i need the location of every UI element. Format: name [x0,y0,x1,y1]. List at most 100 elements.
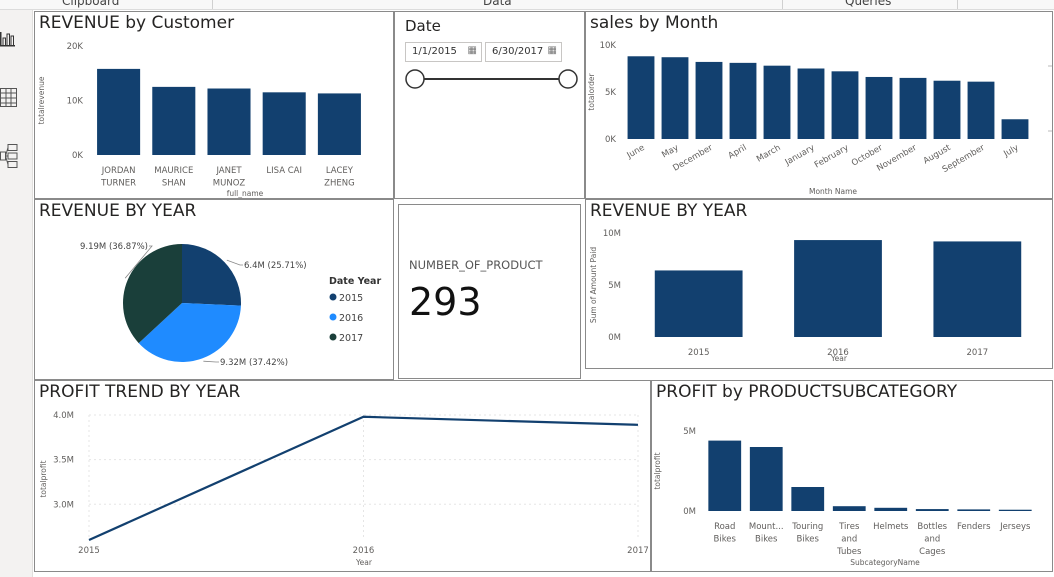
bar [749,447,783,511]
x-tick-label: MUNOZ [213,179,246,189]
y-axis-title: totalprofit [39,460,48,497]
bar [967,81,995,139]
revenue-by-customer-chart: 20K 10K 0K totalrevenue JORDAN TURNER MAURICE S… [37,42,361,198]
bar [708,440,742,511]
bar [933,241,1022,337]
bar [695,61,723,139]
x-tick-label: 2015 [688,348,710,358]
x-tick-label: LISA CAI [266,166,302,176]
start-date-input[interactable]: 1/1/2015 ▦ [405,42,482,62]
bar [794,240,882,337]
x-axis-title: full_name [227,189,264,198]
y-tick-label: 5M [683,427,696,437]
bar [797,68,825,139]
slider-start-handle[interactable] [405,69,425,89]
ribbon-tab-data[interactable]: Data [483,0,512,8]
bar [654,270,743,337]
bar [957,509,991,511]
x-tick-label: June [625,143,647,161]
slider-end-handle[interactable] [558,69,578,89]
x-tick-label: 2017 [627,546,649,556]
revenue-by-customer-visual[interactable]: REVENUE by Customer 20K 10K 0K totalrevenue… [34,11,394,199]
legend-label: 2016 [339,313,363,324]
x-tick-label: MAURICE [154,166,193,176]
y-axis-title: totalprofit [653,452,662,489]
legend-label: 2017 [339,333,363,344]
revenue-by-year-pie-chart: 6.4M (25.71%) 9.32M (37.42%) 9.19M (36.87%… [80,242,381,368]
x-tick-label: 2017 [967,348,989,358]
x-tick-label: Bottles [917,522,947,532]
x-tick-label: SHAN [162,179,186,189]
bar [899,77,927,139]
x-axis-title: Year [355,558,373,567]
x-tick-label: and [924,535,940,545]
legend-marker [329,333,337,341]
revenue-by-year-bar-visual[interactable]: REVENUE BY YEAR 10M 5M 0M Sum of Amount Pai… [585,199,1053,369]
x-tick-label: Mount... [749,522,784,532]
calendar-icon[interactable]: ▦ [468,45,477,56]
data-view-icon[interactable] [0,88,20,110]
legend-title: Date Year [329,276,381,287]
ribbon-divider [957,0,958,9]
model-view-icon[interactable] [0,144,20,168]
bar [317,93,361,155]
calendar-icon[interactable]: ▦ [548,45,557,56]
revenue-by-year-pie-visual[interactable]: REVENUE BY YEAR 6.4M (25.71%) 9.32M (37.4… [34,199,394,380]
x-tick-label: April [727,143,749,161]
bar [998,509,1032,511]
legend-label: 2015 [339,293,363,304]
ribbon-tab-clipboard[interactable]: Clipboard [62,0,119,8]
y-tick-label: 5M [608,281,621,291]
card-label: NUMBER_OF_PRODUCT [409,258,543,272]
x-tick-label: 2016 [353,546,375,556]
x-tick-label: Bikes [797,535,820,545]
view-rail [0,10,33,577]
y-tick-label: 0M [683,507,696,517]
bar [865,76,893,139]
x-axis-title: Year [830,354,848,363]
data-label: 9.32M (37.42%) [220,358,288,368]
sales-by-month-chart: 10K5K0KtotalorderJune MayDecember April Mar… [587,41,1052,196]
y-tick-label: 10K [600,41,617,51]
x-tick-label: March [755,143,782,165]
date-slicer[interactable]: Date 1/1/2015 ▦ 6/30/2017 ▦ [394,11,585,199]
bar [915,509,949,511]
bar [763,65,791,139]
sales-by-month-visual[interactable]: sales by Month 10K 5K 0K totalorder June May D… [585,11,1053,199]
bar [97,68,141,155]
y-tick-label: 3.5M [53,456,74,466]
start-date-value: 1/1/2015 [412,46,457,57]
report-view-icon[interactable] [0,30,20,52]
bar [831,71,859,139]
card-value: 293 [409,280,482,324]
x-tick-label: Road [714,522,735,532]
bar [791,487,825,511]
profit-trend-visual[interactable]: PROFIT TREND BY YEAR 4.0M 3.5M 3.0M totalpr… [34,380,651,572]
bar [627,56,655,139]
y-tick-label: 20K [67,42,84,52]
x-tick-label: and [841,535,857,545]
x-tick-label: Touring [791,522,823,532]
x-tick-label: ZHENG [324,179,355,189]
ribbon-tab-queries[interactable]: Queries [845,0,891,8]
number-of-product-card[interactable]: NUMBER_OF_PRODUCT 293 [398,204,581,379]
slicer-title: Date [405,17,441,35]
legend-marker [329,293,337,301]
date-range-slider[interactable] [395,64,586,94]
x-tick-label: Tires [838,522,860,532]
data-label: 6.4M (25.71%) [244,261,307,271]
profit-by-subcategory-visual[interactable]: PROFIT by PRODUCTSUBCATEGORY 5M 0M totalpr… [651,380,1053,572]
y-tick-label: 0M [608,333,621,343]
y-tick-label: 0K [605,135,616,145]
end-date-input[interactable]: 6/30/2017 ▦ [485,42,562,62]
legend-marker [329,313,337,321]
x-tick-label: JORDAN [101,166,136,176]
y-tick-label: 0K [72,151,83,161]
leader-line [203,360,219,363]
x-tick-label: JANET [215,166,242,176]
y-tick-label: 3.0M [53,500,74,510]
x-tick-label: Jerseys [999,522,1031,532]
x-tick-label: May [660,143,680,160]
y-tick-label: 5K [605,88,616,98]
x-tick-label: Bikes [755,535,778,545]
